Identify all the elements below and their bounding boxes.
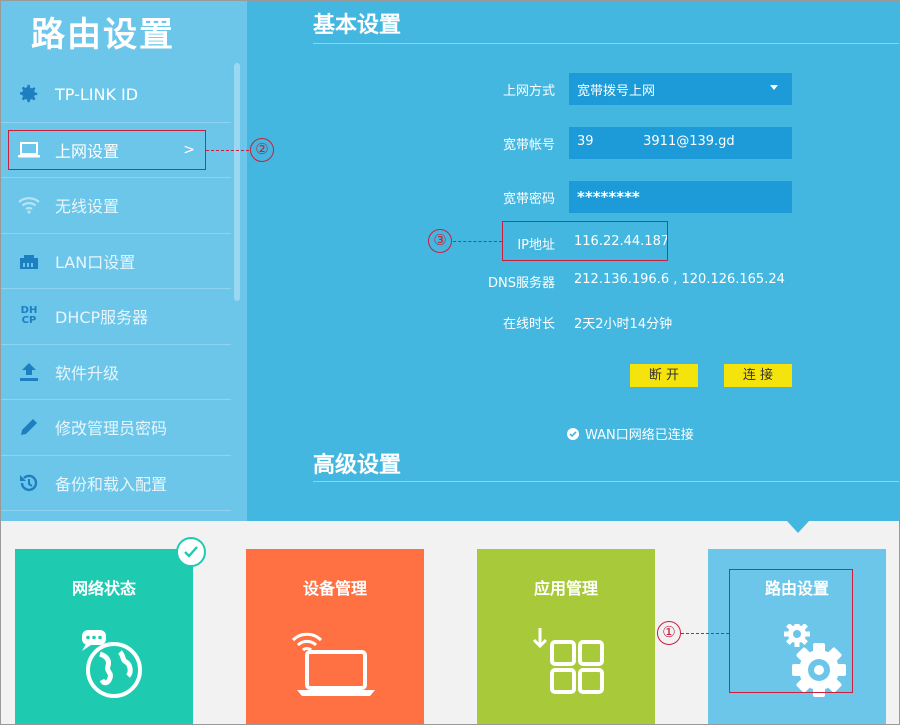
globe-chat-icon [15, 609, 193, 719]
annotation-box-1 [729, 569, 853, 693]
sidebar-item-tplink-id[interactable]: TP-LINK ID [1, 67, 231, 123]
sidebar-item-label: 软件升级 [55, 363, 120, 383]
sidebar-scrollbar[interactable] [234, 63, 240, 301]
account-label: 宽带帐号 [502, 138, 555, 153]
gear-icon [17, 82, 41, 106]
uptime-row: 在线时长 2天2小时14分钟 [247, 306, 899, 338]
dns-value: 212.136.196.6 , 120.126.165.24 [574, 272, 785, 287]
uptime-label: 在线时长 [502, 317, 555, 332]
sidebar-item-lan[interactable]: LAN口设置 [1, 234, 231, 289]
password-value: ******** [577, 188, 640, 206]
sidebar-title: 路由设置 [31, 15, 175, 55]
dns-label: DNS服务器 [488, 276, 555, 291]
wan-status: WAN口网络已连接 [567, 424, 694, 443]
basic-settings-title: 基本设置 [313, 13, 402, 38]
active-tile-pointer [787, 521, 809, 533]
sidebar-item-label: 备份和载入配置 [55, 474, 168, 494]
annotation-marker-1: ① [657, 621, 681, 645]
tile-label: 应用管理 [533, 579, 598, 598]
dns-row: DNS服务器 212.136.196.6 , 120.126.165.24 [247, 265, 899, 297]
disconnect-button[interactable]: 断 开 [630, 364, 698, 387]
laptop-wifi-icon [246, 609, 424, 719]
dhcp-icon: DH CP [20, 305, 38, 327]
annotation-box-2 [8, 130, 206, 170]
main-panel: 基本设置 上网方式 宽带拨号上网 宽带帐号 39 3911@139.gd 宽带密… [247, 1, 899, 521]
password-input[interactable]: ******** [569, 181, 792, 213]
pencil-icon [17, 415, 41, 439]
wifi-icon [17, 193, 41, 217]
section-divider [313, 481, 899, 482]
tile-label: 设备管理 [302, 579, 367, 598]
annotation-line-2 [206, 150, 249, 151]
account-input[interactable]: 39 3911@139.gd [569, 127, 792, 159]
history-icon [17, 471, 41, 495]
sidebar-item-backup-restore[interactable]: 备份和载入配置 [1, 456, 231, 511]
lan-port-icon [17, 249, 41, 273]
account-row: 宽带帐号 39 3911@139.gd [247, 127, 899, 159]
sidebar-item-label: 修改管理员密码 [55, 419, 168, 439]
tile-network-status[interactable]: 网络状态 [15, 549, 193, 724]
tile-device-management[interactable]: 设备管理 [246, 549, 424, 724]
sidebar-item-label: LAN口设置 [55, 252, 136, 272]
sidebar-item-wireless[interactable]: 无线设置 [1, 178, 231, 234]
password-row: 宽带密码 ******** [247, 181, 899, 213]
apps-grid-icon [477, 609, 655, 719]
advanced-settings-title: 高级设置 [313, 453, 402, 478]
check-badge-icon [176, 537, 206, 567]
check-circle-icon [567, 427, 579, 440]
connect-button[interactable]: 连 接 [724, 364, 792, 387]
uptime-value: 2天2小时14分钟 [574, 317, 673, 332]
upload-icon [17, 360, 41, 384]
caret-down-icon [770, 85, 778, 90]
connection-type-label: 上网方式 [502, 84, 555, 99]
section-divider [313, 43, 899, 44]
router-admin-window: 路由设置 TP-LINK ID 上网设置 > 无线设置 LAN口设置 DH CP… [0, 0, 900, 725]
annotation-line-3 [453, 241, 502, 242]
sidebar-item-dhcp[interactable]: DH CP DHCP服务器 [1, 289, 231, 345]
sidebar-item-firmware-upgrade[interactable]: 软件升级 [1, 345, 231, 400]
account-value: 39 3911@139.gd [577, 134, 735, 149]
sidebar: 路由设置 TP-LINK ID 上网设置 > 无线设置 LAN口设置 DH CP… [1, 1, 247, 521]
sidebar-item-label: TP-LINK ID [55, 84, 139, 104]
connection-type-row: 上网方式 宽带拨号上网 [247, 73, 899, 105]
tile-app-management[interactable]: 应用管理 [477, 549, 655, 724]
password-label: 宽带密码 [502, 192, 555, 207]
sidebar-item-label: DHCP服务器 [55, 308, 149, 328]
annotation-marker-2: ② [250, 138, 274, 162]
connection-type-value: 宽带拨号上网 [577, 84, 656, 99]
annotation-box-3 [502, 221, 668, 261]
annotation-marker-3: ③ [428, 229, 452, 253]
connection-type-select[interactable]: 宽带拨号上网 [569, 73, 792, 105]
annotation-line-1 [681, 633, 729, 634]
sidebar-item-label: 无线设置 [55, 197, 120, 217]
sidebar-item-change-password[interactable]: 修改管理员密码 [1, 400, 231, 456]
tile-label: 网络状态 [71, 579, 136, 598]
wan-status-text: WAN口网络已连接 [585, 428, 694, 443]
